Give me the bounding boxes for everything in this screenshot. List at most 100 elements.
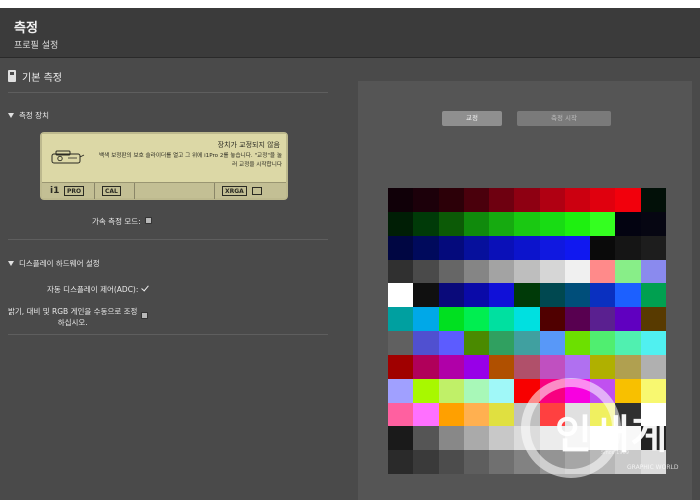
color-patch xyxy=(640,402,666,427)
color-patch xyxy=(539,307,565,331)
basic-measure-header: 기본 측정 xyxy=(8,66,62,86)
color-patch xyxy=(438,235,464,260)
color-patch xyxy=(615,283,641,308)
color-patch xyxy=(438,307,464,331)
color-patch xyxy=(413,188,439,212)
color-patch xyxy=(539,354,565,379)
color-patch xyxy=(514,426,540,451)
color-patch xyxy=(564,235,591,260)
color-patch xyxy=(413,259,439,284)
color-patch xyxy=(590,378,616,403)
separator xyxy=(214,183,215,199)
color-patch xyxy=(514,235,540,260)
color-patch xyxy=(438,259,464,284)
start-measurement-button[interactable]: 측정 시작 xyxy=(517,111,611,126)
color-patch xyxy=(438,331,464,355)
color-patch xyxy=(489,378,515,403)
color-patch xyxy=(615,211,641,236)
color-patch xyxy=(564,354,591,379)
color-patch xyxy=(539,235,565,260)
color-patch xyxy=(590,259,616,284)
color-patch xyxy=(489,235,515,260)
color-patch xyxy=(463,402,490,427)
color-patch xyxy=(388,259,414,284)
device-status-bar: i1 PRO CAL XRGA xyxy=(42,182,286,199)
color-patch xyxy=(413,402,439,427)
color-patch xyxy=(514,450,540,474)
color-patch xyxy=(388,450,414,474)
color-patch xyxy=(615,331,641,355)
color-patch xyxy=(388,378,414,403)
manual-adjust-label-line1: 밝기, 대비 및 RGB 게인을 수동으로 조정 xyxy=(8,307,138,316)
color-patch xyxy=(564,378,591,403)
color-patch xyxy=(564,426,591,451)
color-patch xyxy=(514,211,540,236)
cal-label: CAL xyxy=(102,186,121,196)
fast-mode-checkbox[interactable] xyxy=(144,217,152,224)
color-patch xyxy=(590,283,616,308)
color-patch xyxy=(489,307,515,331)
color-patch xyxy=(489,259,515,284)
disclosure-triangle-icon xyxy=(8,261,14,266)
color-patch xyxy=(590,402,616,427)
color-patch xyxy=(438,450,464,474)
device-group-toggle[interactable]: 측정 장치 xyxy=(8,110,49,121)
adc-checkbox[interactable] xyxy=(142,285,149,292)
divider xyxy=(8,334,328,335)
color-patch xyxy=(463,235,490,260)
color-patch xyxy=(615,450,641,474)
divider xyxy=(8,239,328,240)
manual-adjust-checkbox[interactable] xyxy=(141,312,149,319)
fast-mode-option: 가속 측정 모드: xyxy=(92,216,152,227)
color-patch xyxy=(564,402,591,427)
color-patch xyxy=(388,307,414,331)
color-patch xyxy=(564,331,591,355)
color-patch xyxy=(640,426,666,451)
color-patch xyxy=(489,402,515,427)
color-patch xyxy=(413,331,439,355)
adc-option: 자동 디스플레이 제어(ADC): xyxy=(47,284,149,295)
color-patch xyxy=(438,426,464,451)
color-patch xyxy=(514,188,540,212)
pro-label: PRO xyxy=(64,186,85,196)
color-patch xyxy=(615,188,641,212)
color-patch xyxy=(590,307,616,331)
disclosure-triangle-icon xyxy=(8,113,14,118)
color-patch xyxy=(413,354,439,379)
color-patch xyxy=(640,259,666,284)
color-patch xyxy=(489,331,515,355)
color-patch xyxy=(539,331,565,355)
page-title: 측정 xyxy=(14,21,38,36)
display-group-title: 디스플레이 하드웨어 설정 xyxy=(19,259,100,268)
color-patch xyxy=(489,450,515,474)
color-patch xyxy=(590,235,616,260)
color-patch xyxy=(615,259,641,284)
color-patch xyxy=(438,402,464,427)
color-patch xyxy=(539,378,565,403)
color-patch xyxy=(539,450,565,474)
color-patch xyxy=(539,283,565,308)
color-patch xyxy=(590,211,616,236)
color-patch xyxy=(640,283,666,308)
color-patch xyxy=(413,426,439,451)
color-patch xyxy=(640,450,666,474)
color-patch xyxy=(590,354,616,379)
calibrate-button[interactable]: 교정 xyxy=(442,111,502,126)
device-group-title: 측정 장치 xyxy=(19,111,49,120)
color-patch xyxy=(590,331,616,355)
color-patch xyxy=(615,354,641,379)
color-patch xyxy=(615,378,641,403)
display-group-toggle[interactable]: 디스플레이 하드웨어 설정 xyxy=(8,258,100,269)
color-patch xyxy=(514,402,540,427)
i1-logo: i1 xyxy=(50,186,60,196)
color-patch xyxy=(413,283,439,308)
color-patch xyxy=(463,331,490,355)
color-patch xyxy=(463,188,490,212)
device-status-title: 장치가 교정되지 않음 xyxy=(217,141,280,149)
color-patch xyxy=(539,211,565,236)
color-patch xyxy=(388,188,414,212)
adc-label: 자동 디스플레이 제어(ADC): xyxy=(47,285,139,294)
color-patch xyxy=(489,283,515,308)
color-patch xyxy=(514,331,540,355)
divider xyxy=(8,92,328,93)
